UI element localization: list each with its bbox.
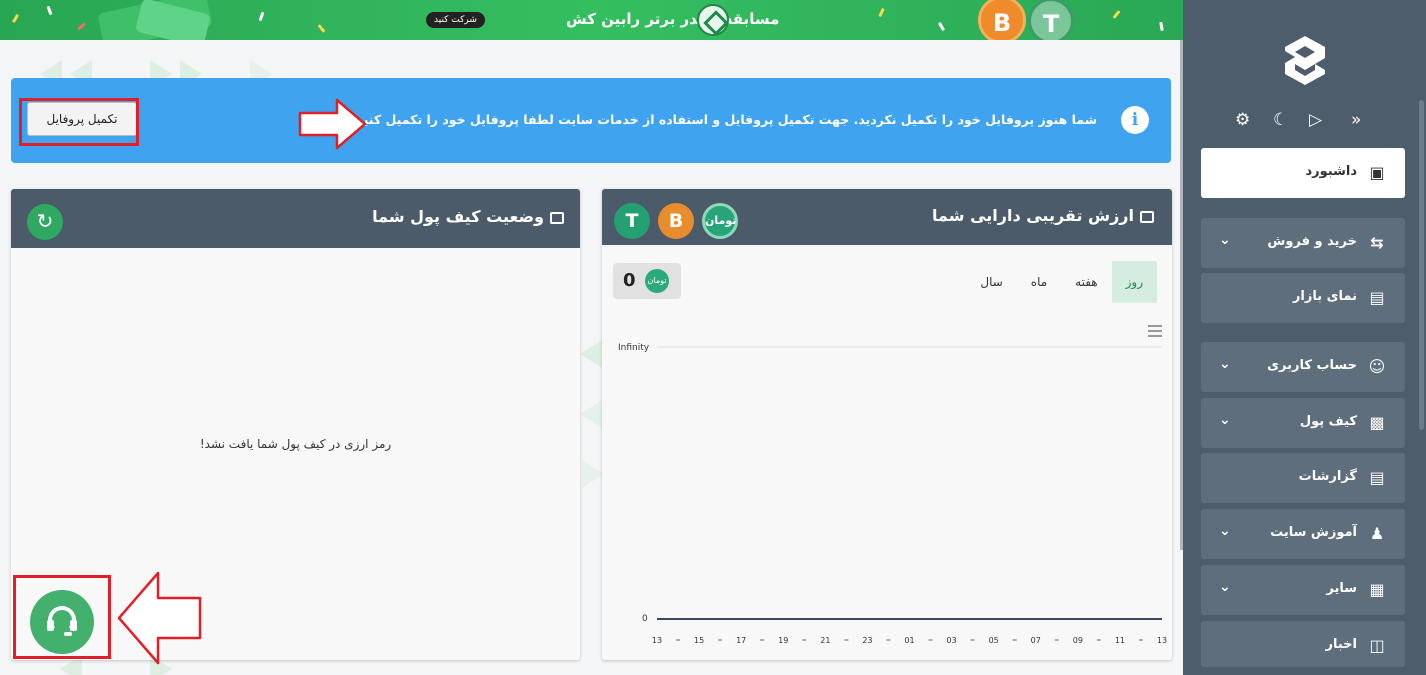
wallet-icon: ▩ bbox=[1369, 413, 1385, 432]
asset-value-card: ارزش تقریبی دارایی شما T B تومان روزهفته… bbox=[602, 189, 1172, 660]
x-tick-label: 13 bbox=[652, 636, 662, 645]
y-tick-label: 0 bbox=[642, 614, 648, 624]
chevron-down-icon: ⌄ bbox=[1219, 232, 1231, 248]
highlight-box bbox=[19, 98, 139, 146]
x-tick-label: 23 bbox=[862, 636, 872, 645]
x-tick-label: 07 bbox=[1031, 636, 1041, 645]
highlight-box bbox=[13, 575, 111, 659]
toman-icon: تومان bbox=[645, 269, 669, 293]
tab-year[interactable]: سال bbox=[966, 261, 1016, 303]
annotation-arrow-left bbox=[117, 571, 202, 665]
promo-banner[interactable]: شرکت کنید مسابقه تریدر برتر رابین کش B T bbox=[0, 0, 1183, 40]
sidebar-toolbar: ⚙ ☾ ▷ » bbox=[1235, 110, 1375, 132]
market-chart-icon: ▤ bbox=[1369, 288, 1385, 307]
robincash-logo-icon[interactable] bbox=[1275, 30, 1335, 90]
bar-chart-icon bbox=[1140, 210, 1154, 223]
card-header: وضعیت کیف پول شما ↻ bbox=[11, 189, 580, 248]
x-tick-label: 17 bbox=[736, 636, 746, 645]
sidebar-scrollbar[interactable] bbox=[1418, 0, 1426, 675]
x-tick-label: 01 bbox=[904, 636, 914, 645]
sidebar-item-buy-sell[interactable]: ⇆ خرید و فروش ⌄ bbox=[1201, 218, 1405, 268]
balance-value: 0 bbox=[623, 270, 636, 291]
banner-join-button[interactable]: شرکت کنید bbox=[426, 12, 485, 28]
play-icon[interactable]: ▷ bbox=[1309, 110, 1322, 130]
tab-day[interactable]: روز bbox=[1111, 261, 1157, 303]
sidebar: ⚙ ☾ ▷ » ▣ داشبورد ⇆ خرید و فروش ⌄ ▤ نمای… bbox=[1183, 0, 1426, 675]
y-tick-label: Infinity bbox=[618, 343, 650, 353]
bitcoin-coin-icon: B bbox=[978, 0, 1026, 40]
user-circle-icon: ☺ bbox=[1368, 357, 1386, 376]
profile-alert: i شما هنوز پروفایل خود را تکمیل نکردید. … bbox=[11, 78, 1171, 163]
period-tabs: روزهفتهماهسال bbox=[966, 261, 1157, 303]
grid-icon: ▦ bbox=[1369, 580, 1385, 599]
sidebar-item-wallet[interactable]: ▩ کیف پول ⌄ bbox=[1201, 398, 1405, 448]
chevron-down-icon: ⌄ bbox=[1219, 356, 1231, 372]
x-tick-label: 05 bbox=[989, 636, 999, 645]
value-card-title: ارزش تقریبی دارایی شما bbox=[932, 206, 1134, 225]
collapse-sidebar-icon[interactable]: » bbox=[1351, 110, 1361, 130]
asset-line-chart: Infinity 0 13 15 17 19 21 23 01 03 05 07 09 11 13 bbox=[618, 343, 1167, 645]
report-icon: ▤ bbox=[1369, 468, 1385, 487]
wallet-icon bbox=[550, 211, 564, 224]
tether-coin-icon[interactable]: T bbox=[614, 203, 650, 239]
monitor-icon: ▣ bbox=[1369, 163, 1385, 182]
swap-arrows-icon: ⇆ bbox=[1370, 233, 1384, 252]
wallet-empty-message: رمز ارزی در کیف پول شما یافت نشد! bbox=[199, 437, 392, 451]
x-tick-label: 09 bbox=[1073, 636, 1083, 645]
balance-display: 0 تومان bbox=[613, 263, 681, 299]
card-header: ارزش تقریبی دارایی شما T B تومان bbox=[602, 189, 1172, 245]
x-tick-label: 13 bbox=[1157, 636, 1167, 645]
night-mode-icon[interactable]: ☾ bbox=[1273, 110, 1288, 130]
chevron-down-icon: ⌄ bbox=[1219, 412, 1231, 428]
settings-icon[interactable]: ⚙ bbox=[1235, 110, 1250, 130]
sidebar-item-news[interactable]: ◫ اخبار bbox=[1201, 621, 1405, 667]
sidebar-item-other[interactable]: ▦ سایر ⌄ bbox=[1201, 565, 1405, 615]
help-user-icon: ♟ bbox=[1369, 524, 1385, 543]
bitcoin-coin-icon[interactable]: B bbox=[658, 203, 694, 239]
x-tick-label: 21 bbox=[820, 636, 830, 645]
annotation-arrow-right bbox=[298, 98, 367, 150]
banner-title: مسابقه تریدر برتر رابین کش bbox=[566, 10, 780, 28]
sidebar-item-tutorial[interactable]: ♟ آموزش سایت ⌄ bbox=[1201, 509, 1405, 559]
sidebar-item-dashboard[interactable]: ▣ داشبورد bbox=[1201, 148, 1405, 198]
refresh-button[interactable]: ↻ bbox=[27, 204, 63, 240]
x-tick-label: 11 bbox=[1115, 636, 1125, 645]
sidebar-item-account[interactable]: ☺ حساب کاربری ⌄ bbox=[1201, 342, 1405, 392]
tab-month[interactable]: ماه bbox=[1017, 261, 1061, 303]
alert-message: شما هنوز پروفایل خود را تکمیل نکردید. جه… bbox=[351, 112, 1097, 127]
toman-coin-icon[interactable]: تومان bbox=[702, 203, 738, 239]
x-tick-label: 03 bbox=[946, 636, 956, 645]
x-tick-label: 15 bbox=[694, 636, 704, 645]
wallet-card-title: وضعیت کیف پول شما bbox=[372, 207, 544, 226]
info-icon: i bbox=[1121, 106, 1149, 134]
news-icon: ◫ bbox=[1369, 636, 1385, 655]
chevron-down-icon: ⌄ bbox=[1219, 579, 1231, 595]
x-tick-label: 19 bbox=[778, 636, 788, 645]
sidebar-item-reports[interactable]: ▤ گزارشات bbox=[1201, 453, 1405, 503]
sidebar-item-market[interactable]: ▤ نمای بازار bbox=[1201, 273, 1405, 323]
robincash-logo-icon bbox=[697, 4, 729, 36]
chevron-down-icon: ⌄ bbox=[1219, 523, 1231, 539]
tab-week[interactable]: هفته bbox=[1061, 261, 1111, 303]
chart-menu-icon[interactable] bbox=[1148, 325, 1162, 340]
tether-coin-icon: T bbox=[1028, 0, 1074, 40]
